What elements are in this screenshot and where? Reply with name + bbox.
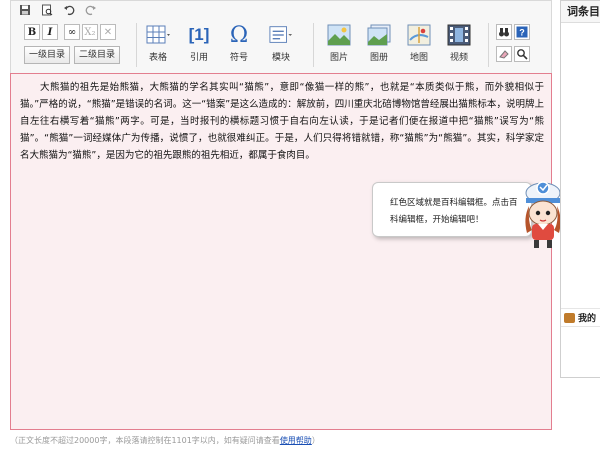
link-button[interactable]: ∞ [64, 24, 80, 40]
table-button[interactable]: 表格 [143, 23, 173, 67]
mascot-icon [525, 181, 561, 248]
editor-toolbar: B I ∞ X₂ ✕ 一级目录 二级目录 表格 [1] 引用 Ω 符号 模块 图… [16, 21, 548, 69]
symbol-button[interactable]: Ω 符号 [224, 23, 254, 67]
image-icon [327, 23, 351, 47]
box-icon [564, 313, 575, 323]
image-button[interactable]: 图片 [324, 23, 354, 67]
symbol-label: 符号 [229, 53, 248, 63]
video-icon [447, 23, 471, 47]
cite-icon: [1] [188, 25, 210, 44]
module-icon [269, 23, 293, 47]
preview-icon[interactable] [40, 3, 54, 17]
sidebar-section-label: 我的 [578, 314, 597, 324]
eraser-icon[interactable] [496, 46, 512, 62]
heading-buttons: 一级目录 二级目录 [24, 46, 121, 64]
save-icon[interactable] [18, 3, 32, 17]
sidebar-title: 词条目 [561, 1, 600, 23]
tip-bubble: 红色区域就是百科编辑框。点击百科编辑框，开始编辑吧！ [372, 182, 532, 237]
length-hint-close: ） [311, 436, 320, 445]
heading1-button[interactable]: 一级目录 [24, 46, 71, 64]
module-label: 模块 [271, 53, 290, 63]
toolbar-divider [313, 23, 314, 67]
undo-icon[interactable] [62, 3, 76, 17]
tip-text: 红色区域就是百科编辑框。点击百科编辑框，开始编辑吧！ [390, 198, 518, 225]
module-button[interactable]: 模块 [266, 23, 296, 67]
content-paragraph[interactable]: 大熊猫的祖先是始熊猫，大熊猫的学名其实叫“猫熊”，意即“像猫一样的熊”，也就是“… [20, 79, 544, 164]
toolbar-divider [136, 23, 137, 67]
map-icon [407, 23, 431, 47]
video-button[interactable]: 视频 [444, 23, 474, 67]
format-buttons: B I ∞ X₂ ✕ [24, 24, 116, 40]
redo-icon[interactable] [84, 3, 98, 17]
length-hint: （正文长度不超过20000字，本段落请控制在1101字以内，如有疑问请查看使用帮… [10, 435, 320, 446]
map-button[interactable]: 地图 [404, 23, 434, 67]
image-label: 图片 [329, 53, 348, 63]
map-label: 地图 [409, 53, 428, 63]
bold-button[interactable]: B [24, 24, 40, 40]
help-icon[interactable]: ? [514, 24, 530, 40]
clear-format-button[interactable]: ✕ [100, 24, 116, 40]
search-icon[interactable] [514, 46, 530, 62]
cite-button[interactable]: [1] 引用 [184, 23, 214, 67]
table-icon [146, 23, 170, 47]
cite-label: 引用 [189, 53, 208, 63]
subscript-button[interactable]: X₂ [82, 24, 98, 40]
italic-button[interactable]: I [42, 24, 58, 40]
content-editor[interactable]: 大熊猫的祖先是始熊猫，大熊猫的学名其实叫“猫熊”，意即“像猫一样的熊”，也就是“… [10, 73, 552, 430]
album-icon [367, 23, 391, 47]
toolbar-divider [488, 23, 489, 67]
editor-page: B I ∞ X₂ ✕ 一级目录 二级目录 表格 [1] 引用 Ω 符号 模块 图… [0, 0, 600, 460]
quick-toolbar [18, 2, 98, 18]
help-link[interactable]: 使用帮助 [280, 436, 312, 445]
table-label: 表格 [148, 53, 167, 63]
album-button[interactable]: 图册 [364, 23, 394, 67]
heading2-button[interactable]: 二级目录 [74, 46, 121, 64]
svg-text:?: ? [519, 28, 525, 38]
length-hint-text: （正文长度不超过20000字，本段落请控制在1101字以内，如有疑问请查看 [10, 436, 280, 445]
binoculars-icon[interactable] [496, 24, 512, 40]
album-label: 图册 [369, 53, 388, 63]
right-sidebar: 词条目 我的 [560, 0, 600, 378]
sidebar-section-my[interactable]: 我的 [561, 308, 600, 327]
video-label: 视频 [449, 53, 468, 63]
omega-icon: Ω [229, 22, 249, 48]
